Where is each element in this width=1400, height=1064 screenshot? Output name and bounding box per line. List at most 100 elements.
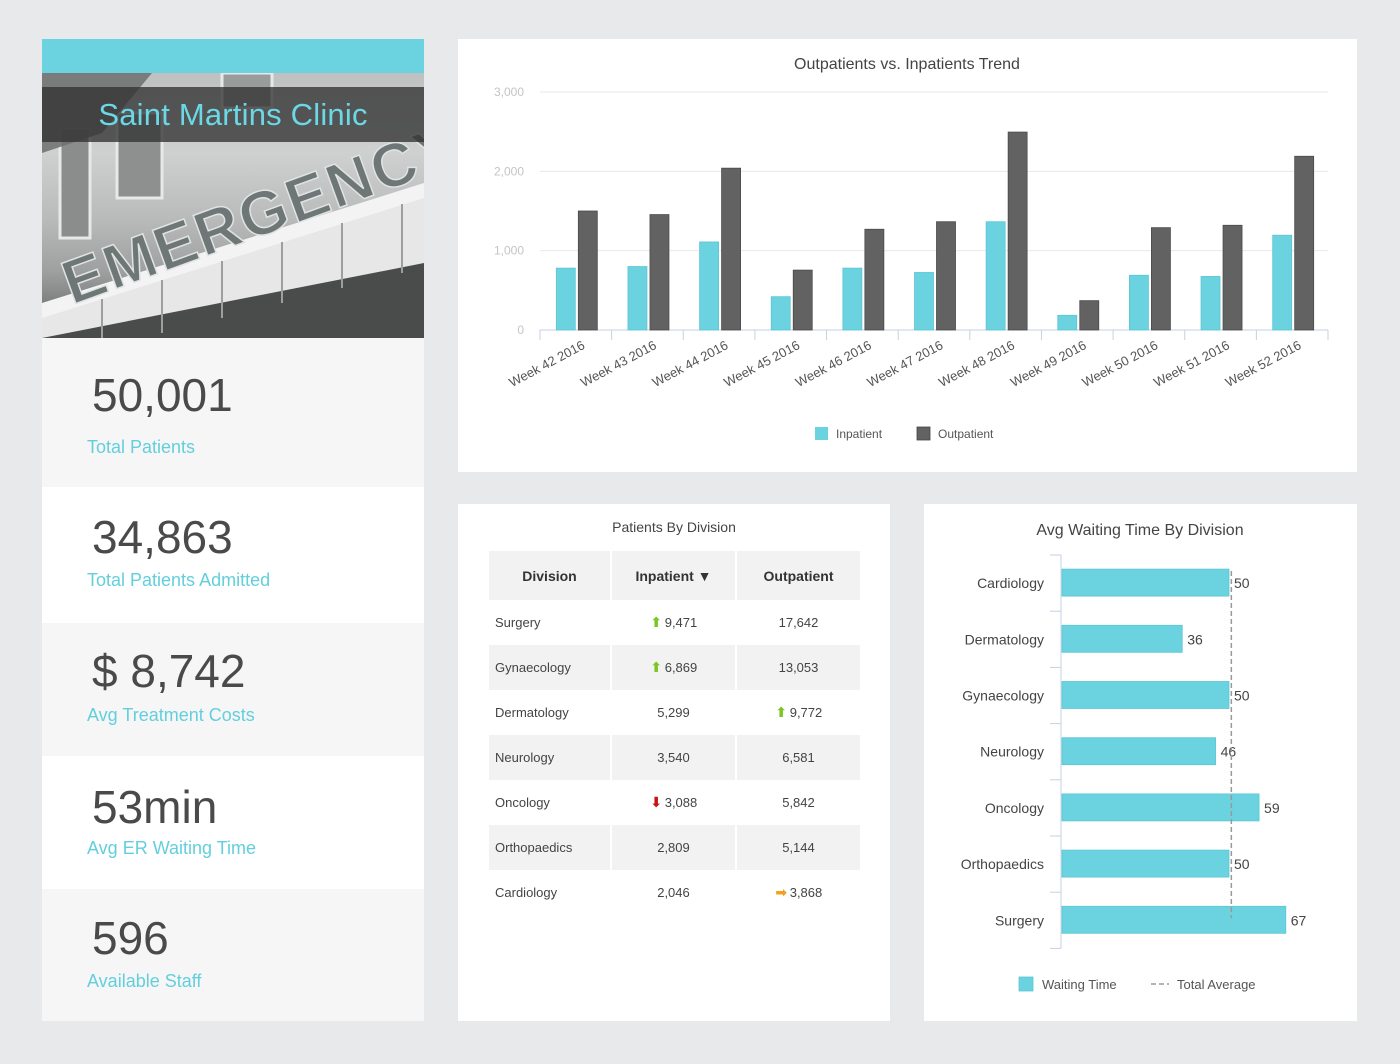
bar-outpatient-9[interactable] xyxy=(1222,224,1243,331)
kpi-value: 596 xyxy=(92,912,169,964)
bar-outpatient-6[interactable] xyxy=(1007,131,1028,331)
x-tick-label: Week 48 2016 xyxy=(936,337,1017,389)
cell-inpatient: 5,299 xyxy=(612,690,737,735)
cell-inpatient: 2,046 xyxy=(612,870,737,915)
cell-division-value: Neurology xyxy=(495,750,555,765)
cell-outpatient-value: 9,772 xyxy=(789,705,823,720)
table-row[interactable]: Dermatology 5,299 ⬆ 9,772 xyxy=(489,690,860,735)
cell-division: Dermatology xyxy=(489,690,612,735)
cell-division-value: Oncology xyxy=(495,795,550,810)
column-header-outpatient[interactable]: Outpatient xyxy=(737,551,860,600)
bar-inpatient-10[interactable] xyxy=(1272,234,1293,331)
cell-outpatient: 6,581 xyxy=(737,735,860,780)
bar-outpatient-0[interactable] xyxy=(577,210,598,331)
kpi-value: $ 8,742 xyxy=(92,645,246,697)
x-tick-label: Week 43 2016 xyxy=(578,337,659,389)
cell-inpatient-value: 3,088 xyxy=(664,795,698,810)
bar-waiting-time[interactable] xyxy=(1061,905,1287,934)
data-label: 67 xyxy=(1291,912,1307,928)
y-tick-label: Surgery xyxy=(995,912,1044,928)
y-tick-label: Gynaecology xyxy=(962,688,1044,704)
cell-outpatient: 17,642 xyxy=(737,600,860,645)
bar-outpatient-10[interactable] xyxy=(1294,155,1315,331)
cell-inpatient-value: 9,471 xyxy=(664,615,698,630)
legend-label-waiting-time[interactable]: Waiting Time xyxy=(1042,977,1117,992)
kpi-total-patients-admitted: 34,863 Total Patients Admitted xyxy=(42,487,424,623)
x-tick-label: Week 44 2016 xyxy=(650,337,731,389)
data-label: 46 xyxy=(1221,744,1237,760)
legend-swatch-waiting-time xyxy=(1018,976,1034,992)
clinic-header: EMERGENCY Saint Martins Clinic xyxy=(42,39,424,338)
cell-division: Neurology xyxy=(489,735,612,780)
y-tick-label: Neurology xyxy=(980,744,1044,760)
trend-up-arrow-icon: ⬆ xyxy=(775,704,788,720)
kpi-label: Available Staff xyxy=(87,971,202,991)
legend-label-outpatient[interactable]: Outpatient xyxy=(938,427,994,441)
cell-inpatient: ⬆ 9,471 xyxy=(612,600,737,645)
cell-inpatient-value: 2,809 xyxy=(657,840,690,855)
kpi-available-staff: 596 Available Staff xyxy=(42,889,424,1021)
bar-outpatient-8[interactable] xyxy=(1151,227,1171,331)
bar-outpatient-4[interactable] xyxy=(864,228,885,331)
bar-outpatient-7[interactable] xyxy=(1079,300,1100,331)
bar-waiting-time[interactable] xyxy=(1061,737,1217,766)
bar-inpatient-8[interactable] xyxy=(1129,274,1149,331)
data-label: 59 xyxy=(1264,800,1280,816)
column-header-inpatient-sorted[interactable]: Inpatient ▼ xyxy=(612,551,737,600)
bar-inpatient-2[interactable] xyxy=(699,241,719,331)
bar-waiting-time[interactable] xyxy=(1061,849,1230,878)
bar-inpatient-3[interactable] xyxy=(770,296,791,331)
bar-outpatient-2[interactable] xyxy=(721,167,741,331)
table-row[interactable]: Orthopaedics 2,809 5,144 xyxy=(489,825,860,870)
patients-by-division-table: Division Inpatient ▼ Outpatient Surgery ⬆… xyxy=(489,551,860,915)
bar-outpatient-1[interactable] xyxy=(649,214,670,331)
bar-inpatient-5[interactable] xyxy=(914,272,934,331)
bar-inpatient-0[interactable] xyxy=(555,267,576,331)
kpi-value: 53min xyxy=(92,781,218,833)
cell-outpatient-value: 17,642 xyxy=(778,615,819,630)
bar-waiting-time[interactable] xyxy=(1061,568,1230,597)
bar-waiting-time[interactable] xyxy=(1061,624,1183,653)
bar-inpatient-7[interactable] xyxy=(1057,314,1078,331)
bar-inpatient-1[interactable] xyxy=(627,266,648,331)
cell-inpatient: 2,809 xyxy=(612,825,737,870)
cell-outpatient: ➡ 3,868 xyxy=(737,870,860,915)
chart-title: Avg Waiting Time By Division xyxy=(1036,522,1243,539)
avg-waiting-time-panel: Avg Waiting Time By Division Cardiology 5… xyxy=(924,504,1357,1021)
cell-outpatient-value: 6,581 xyxy=(782,750,815,765)
chart-title: Outpatients vs. Inpatients Trend xyxy=(794,56,1020,73)
legend-swatch-inpatient xyxy=(815,427,828,440)
clinic-name: Saint Martins Clinic xyxy=(98,96,368,132)
bar-inpatient-4[interactable] xyxy=(842,267,863,331)
y-tick-label: Orthopaedics xyxy=(961,856,1044,872)
y-tick-label: Cardiology xyxy=(977,575,1044,591)
table-row[interactable]: Surgery ⬆ 9,471 17,642 xyxy=(489,600,860,645)
accent-bar xyxy=(42,39,424,73)
cell-inpatient-value: 5,299 xyxy=(657,705,690,720)
column-header-division[interactable]: Division xyxy=(489,551,612,600)
kpi-label: Total Patients xyxy=(87,437,196,457)
table-row[interactable]: Cardiology 2,046 ➡ 3,868 xyxy=(489,870,860,915)
bar-outpatient-3[interactable] xyxy=(792,269,813,331)
legend-label-total-average[interactable]: Total Average xyxy=(1177,977,1256,992)
table-row[interactable]: Gynaecology ⬆ 6,869 13,053 xyxy=(489,645,860,690)
bar-inpatient-9[interactable] xyxy=(1200,276,1221,331)
table-title: Patients By Division xyxy=(612,519,736,535)
table-row[interactable]: Neurology 3,540 6,581 xyxy=(489,735,860,780)
cell-inpatient-value: 6,869 xyxy=(664,660,698,675)
trend-right-arrow-icon: ➡ xyxy=(775,884,788,900)
kpi-total-patients: 50,001 Total Patients xyxy=(42,338,424,487)
y-tick-label: Oncology xyxy=(985,800,1044,816)
bar-waiting-time[interactable] xyxy=(1061,681,1230,709)
table-row[interactable]: Oncology ⬇ 3,088 5,842 xyxy=(489,780,860,825)
cell-inpatient-value: 2,046 xyxy=(657,885,690,900)
cell-outpatient-value: 5,842 xyxy=(782,795,815,810)
bar-waiting-time[interactable] xyxy=(1061,793,1260,822)
legend-label-inpatient[interactable]: Inpatient xyxy=(836,427,883,441)
bar-outpatient-5[interactable] xyxy=(936,221,956,331)
cell-inpatient: ⬆ 6,869 xyxy=(612,645,737,690)
avg-waiting-time-chart: Avg Waiting Time By Division Cardiology 5… xyxy=(961,522,1307,992)
bar-inpatient-6[interactable] xyxy=(985,221,1006,331)
y-tick-label: Dermatology xyxy=(965,631,1044,647)
kpi-value: 34,863 xyxy=(92,511,233,563)
